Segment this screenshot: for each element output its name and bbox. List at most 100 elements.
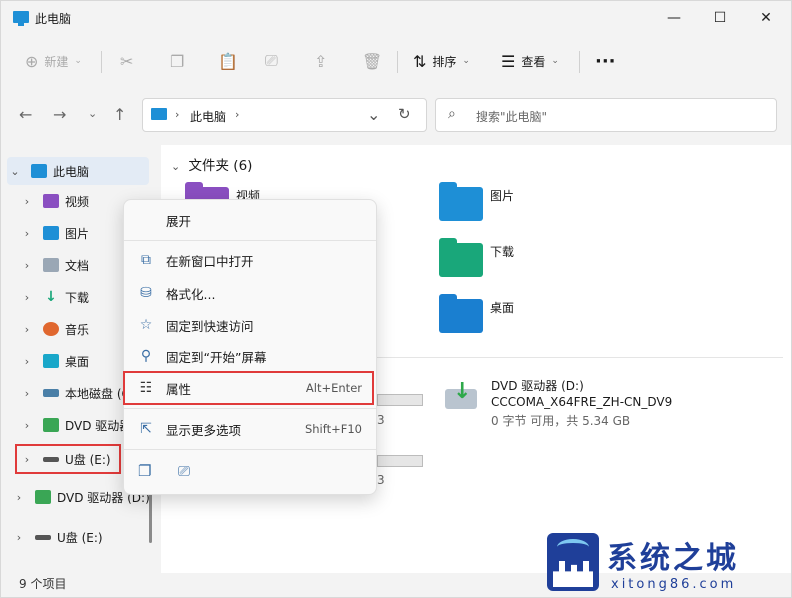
rename-icon[interactable]: ⎚ — [178, 462, 190, 480]
menu-item-open-new-window[interactable]: ⧉ 在新窗口中打开 — [124, 245, 376, 275]
watermark-url: xitong86.com — [611, 577, 737, 592]
sort-button[interactable]: ⇅ 排序 ⌄ — [413, 49, 470, 73]
copy-icon[interactable]: ❐ — [138, 462, 151, 480]
chevron-right-icon[interactable]: › — [19, 195, 35, 208]
monitor-icon — [13, 11, 29, 26]
dvd-drive-icon[interactable]: ↓ — [445, 379, 479, 411]
highlight-properties — [123, 371, 374, 405]
delete-button[interactable]: 🗑 — [362, 49, 382, 73]
cut-button[interactable]: ✂ — [120, 49, 133, 73]
menu-item-pin-quick-access[interactable]: ☆ 固定到快速访问 — [124, 310, 376, 340]
refresh-button[interactable]: ↻ — [398, 105, 411, 123]
folder-label-downloads[interactable]: 下载 — [490, 243, 514, 260]
chevron-right-icon[interactable]: › — [11, 531, 27, 544]
sidebar-item-music[interactable]: › 音乐 — [19, 315, 89, 343]
title-bar: 此电脑 — ☐ ✕ — [1, 1, 791, 35]
folders-header-label: 文件夹 (6) — [188, 158, 253, 174]
sidebar-item-label: 音乐 — [65, 322, 90, 337]
arrow-left-icon: ← — [19, 105, 33, 124]
menu-item-pin-start[interactable]: ⚲ 固定到“开始”屏幕 — [124, 341, 376, 371]
sidebar-item-label: U盘 (E:) — [57, 530, 103, 545]
folders-section-header[interactable]: ⌄ 文件夹 (6) — [171, 154, 252, 174]
view-label: 查看 — [521, 54, 546, 69]
command-bar: ⊕ 新建 ⌄ ✂ ❐ 📋 ⎚ ⇪ 🗑 ⇅ 排序 ⌄ ☰ 查看 ⌄ ··· — [1, 37, 791, 85]
search-box[interactable]: ⌕ 搜索"此电脑" — [435, 98, 777, 132]
sidebar-item-label: 视频 — [65, 194, 90, 209]
chevron-down-icon: ⌄ — [74, 56, 82, 66]
paste-button[interactable]: 📋 — [218, 49, 238, 73]
explorer-window: 此电脑 — ☐ ✕ ⊕ 新建 ⌄ ✂ ❐ 📋 ⎚ ⇪ 🗑 ⇅ 排序 ⌄ ☰ 查看… — [0, 0, 792, 598]
maximize-button[interactable]: ☐ — [697, 1, 743, 35]
sidebar-item-downloads[interactable]: › ↓ 下载 — [19, 283, 89, 311]
menu-item-show-more-options[interactable]: ⇱ 显示更多选项 Shift+F10 — [124, 414, 376, 444]
breadcrumb-chevron-icon[interactable]: › — [235, 108, 239, 121]
sidebar-item-pictures[interactable]: › 图片 — [19, 219, 89, 247]
watermark-brand: 系统之城 — [607, 541, 739, 576]
trash-icon: 🗑 — [362, 51, 383, 71]
sidebar-item-dvd[interactable]: › DVD 驱动器 — [19, 411, 131, 439]
pictures-folder-icon[interactable] — [439, 182, 483, 221]
back-button[interactable]: ← — [19, 105, 32, 124]
sidebar-item-desktop[interactable]: › 桌面 — [19, 347, 89, 375]
search-input[interactable]: 搜索"此电脑" — [476, 108, 547, 125]
chevron-right-icon[interactable]: › — [19, 323, 35, 336]
dvd-drive-name[interactable]: DVD 驱动器 (D:) — [491, 377, 584, 394]
chevron-right-icon[interactable]: › — [19, 227, 35, 240]
drive-usage-bar — [377, 394, 423, 406]
sidebar-item-label: 此电脑 — [53, 164, 90, 179]
chevron-right-icon[interactable]: › — [19, 259, 35, 272]
watermark-logo: 系统之城 xitong86.com — [541, 529, 792, 598]
chevron-right-icon[interactable]: › — [19, 291, 35, 304]
open-new-window-icon: ⧉ — [141, 252, 151, 268]
chevron-right-icon[interactable]: › — [19, 355, 35, 368]
new-button[interactable]: ⊕ 新建 ⌄ — [25, 49, 82, 73]
menu-item-label: 固定到快速访问 — [166, 318, 254, 334]
desktop-icon — [43, 354, 59, 368]
sidebar-item-usb-2[interactable]: › U盘 (E:) — [11, 523, 103, 551]
downloads-folder-icon[interactable] — [439, 238, 483, 277]
recent-locations-button[interactable]: ⌄ — [88, 107, 97, 120]
drive-space-partial: 3 — [377, 473, 385, 487]
more-options-button[interactable]: ··· — [595, 49, 616, 73]
chevron-down-icon[interactable]: ⌄ — [7, 165, 23, 178]
up-button[interactable]: ↑ — [113, 105, 126, 124]
folder-label-desktop[interactable]: 桌面 — [490, 299, 514, 316]
pictures-folder-icon — [43, 226, 59, 240]
chevron-right-icon[interactable]: › — [19, 387, 35, 400]
sidebar-item-label: 图片 — [65, 226, 90, 241]
chevron-down-icon: ⌄ — [88, 107, 98, 120]
star-icon: ☆ — [139, 317, 153, 333]
sidebar-item-documents[interactable]: › 文档 — [19, 251, 89, 279]
window-title: 此电脑 — [35, 12, 72, 26]
castle-logo-icon — [547, 533, 599, 591]
pin-icon: ⚲ — [140, 348, 152, 364]
view-button[interactable]: ☰ 查看 ⌄ — [501, 49, 559, 73]
desktop-folder-icon[interactable] — [439, 294, 483, 333]
folder-label-pictures[interactable]: 图片 — [490, 187, 514, 204]
copy-button[interactable]: ❐ — [170, 49, 184, 73]
menu-item-expand[interactable]: 展开 — [124, 205, 376, 235]
breadcrumb-chevron-icon: › — [175, 108, 180, 121]
sidebar-item-local-disk[interactable]: › 本地磁盘 (C — [19, 379, 130, 407]
monitor-icon — [151, 108, 167, 120]
monitor-icon — [31, 164, 47, 178]
rename-button[interactable]: ⎚ — [265, 49, 278, 73]
chevron-right-icon[interactable]: › — [19, 419, 35, 432]
dvd-icon — [35, 490, 51, 504]
expand-address-icon[interactable]: ⌄ — [367, 105, 380, 124]
breadcrumb[interactable]: 此电脑 — [190, 108, 226, 125]
chevron-right-icon[interactable]: › — [11, 491, 27, 504]
menu-item-format[interactable]: ⛁ 格式化... — [124, 278, 376, 308]
sidebar-item-label: 下载 — [65, 290, 90, 305]
forward-button[interactable]: → — [53, 105, 66, 124]
address-bar[interactable]: › 此电脑 › ⌄ ↻ — [142, 98, 427, 132]
sidebar-item-this-pc[interactable]: ⌄ 此电脑 — [7, 157, 149, 185]
rename-icon: ⎚ — [265, 51, 278, 70]
close-button[interactable]: ✕ — [743, 1, 789, 35]
minimize-button[interactable]: — — [651, 1, 697, 35]
chevron-down-icon: ⌄ — [462, 56, 470, 66]
share-button[interactable]: ⇪ — [314, 49, 327, 73]
menu-item-label: 显示更多选项 — [166, 422, 242, 438]
sidebar-item-videos[interactable]: › 视频 — [19, 187, 89, 215]
menu-item-label: 展开 — [166, 213, 192, 229]
